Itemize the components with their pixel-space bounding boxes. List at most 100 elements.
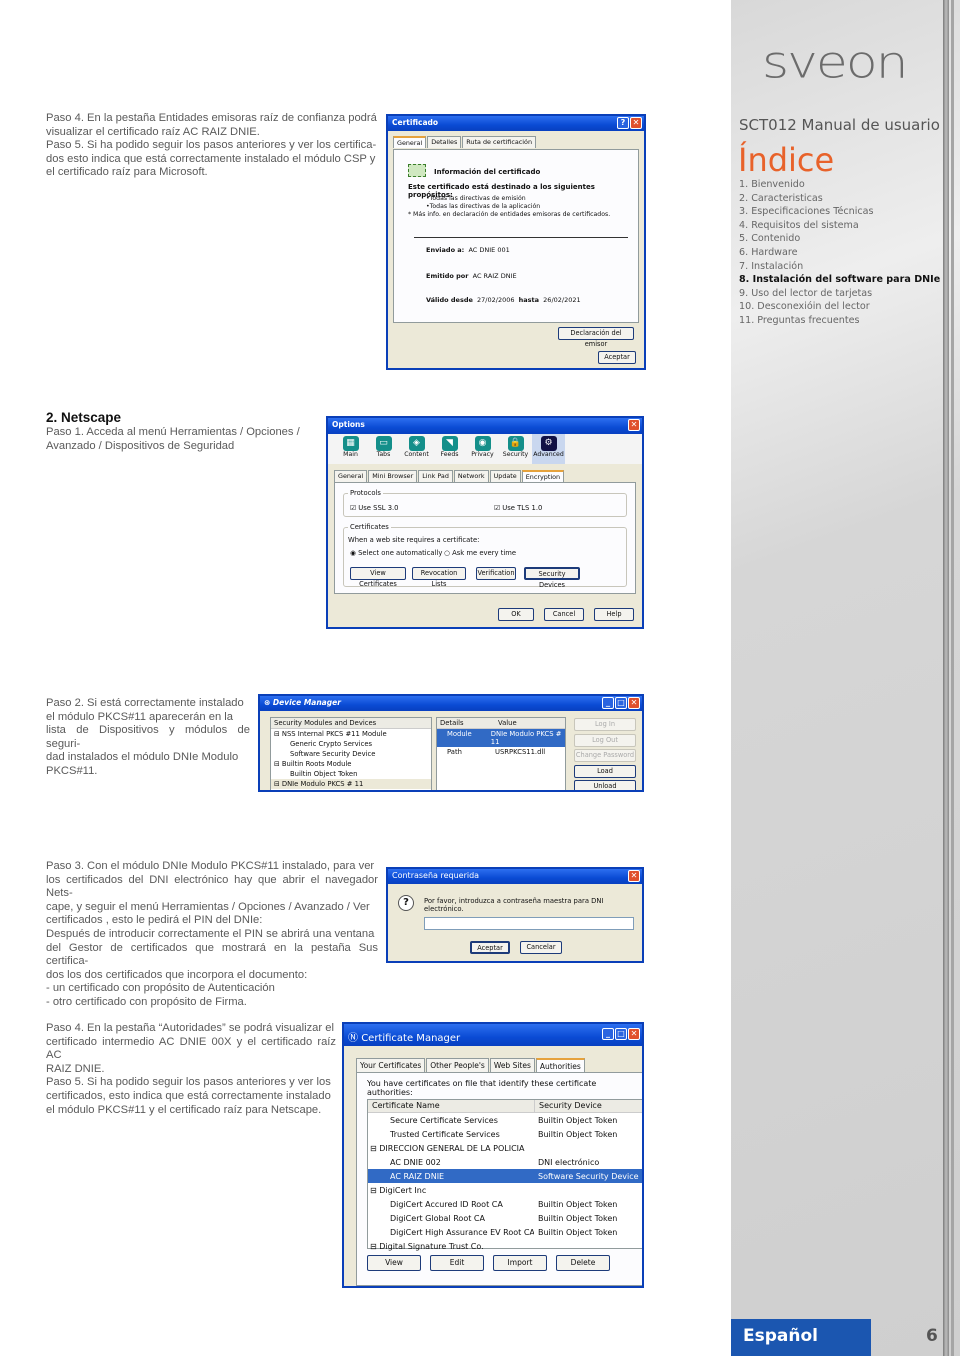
netscape-step2-text: Paso 2. Si está correctamente instalado … [46,697,250,777]
load-button[interactable]: Load [574,764,636,778]
minimize-icon[interactable]: _ [602,697,614,709]
issuer-statement-button[interactable]: Declaración del emisor [558,327,634,348]
tree-item[interactable]: Builtin Object Token [271,769,431,779]
toolbar-item-tabs[interactable]: ▭ Tabs [367,434,400,464]
accept-button[interactable]: Aceptar [598,351,636,364]
maximize-icon[interactable]: □ [615,697,627,709]
certificate-row[interactable]: AC DNIE 002 DNI electrónico [368,1155,642,1169]
close-icon[interactable]: ✕ [628,419,640,431]
toc-item[interactable]: 9. Uso del lector de tarjetas [739,287,940,301]
tree-item[interactable]: ⊟ NSS Internal PKCS #11 Module [271,729,431,739]
toolbar-item-content[interactable]: ◈ Content [400,434,433,464]
verification-button[interactable]: Verification [476,567,516,580]
purpose-item: •Todas las directivas de la aplicación [426,203,541,210]
certificate-row[interactable]: Trusted Certificate Services Builtin Obje… [368,1127,642,1141]
toolbar-item-main[interactable]: ▦ Main [334,434,367,464]
unload-button[interactable]: Unload [574,780,636,790]
tab-link-pad[interactable]: Link Pad [418,470,453,482]
main-icon: ▦ [342,436,359,451]
cancel-button[interactable]: Cancelar [520,941,562,954]
toc-item[interactable]: 8. Instalación del software para DNIe [739,273,940,287]
change-password-button[interactable]: Change Password [574,749,636,762]
certificate-row[interactable]: ⊟ DIRECCION GENERAL DE LA POLICIA [368,1141,642,1155]
toc-item[interactable]: 7. Instalación [739,260,940,274]
toc-item[interactable]: 6. Hardware [739,246,940,260]
maximize-icon[interactable]: □ [615,1028,627,1040]
view-certificates-button[interactable]: View Certificates [350,567,406,588]
accept-button[interactable]: Aceptar [470,941,510,954]
ok-button[interactable]: OK [498,608,534,621]
tree-item[interactable]: ⊟ DNIe Modulo PKCS # 11 [271,779,431,789]
index-title: Índice [738,141,835,179]
name-col-header: Certificate Name [372,1101,440,1110]
certificate-row[interactable]: DigiCert High Assurance EV Root CA Builti… [368,1226,642,1240]
toolbar-item-privacy[interactable]: ◉ Privacy [466,434,499,464]
certificate-row[interactable]: ⊟ Digital Signature Trust Co. [368,1240,642,1254]
toc-item[interactable]: 2. Caracteristicas [739,192,940,206]
close-icon[interactable]: ✕ [628,1028,640,1040]
view-button[interactable]: View [367,1255,421,1271]
purpose-item: •Todas las directivas de emisión [426,195,526,202]
tree-item[interactable]: ⊟ Builtin Roots Module [271,759,431,769]
tree-item[interactable]: Software Security Device [271,749,431,759]
tab-other-people-s[interactable]: Other People's [426,1058,489,1073]
certificate-row[interactable]: AC RAIZ DNIE Software Security Device [368,1169,642,1184]
revocation-lists-button[interactable]: Revocation Lists [412,567,466,588]
tab-encryption[interactable]: Encryption [521,470,565,482]
ssl-checkbox[interactable]: ☑ Use SSL 3.0 [350,504,399,512]
password-input[interactable] [424,917,634,930]
tab-general[interactable]: General [393,136,427,148]
toc-item[interactable]: 3. Especificaciones Técnicas [739,205,940,219]
options-titlebar: Options ✕ [328,418,642,434]
log-out-button[interactable]: Log Out [574,733,636,747]
gear-icon: ⚙ [540,436,557,451]
details-row[interactable]: Path USRPKCS11.dll [437,747,565,757]
security-devices-button[interactable]: Security Devices [524,567,580,589]
close-icon[interactable]: ✕ [628,697,640,709]
encryption-panel: Protocols ☑ Use SSL 3.0 ☑ Use TLS 1.0 Ce… [334,482,636,594]
import-button[interactable]: Import [493,1255,547,1271]
toc-item[interactable]: 1. Bienvenido [739,178,940,192]
tree-item[interactable]: Generic Crypto Services [271,739,431,749]
radio-ask[interactable]: ○ Ask me every time [444,549,516,557]
certificate-row[interactable]: DigiCert Accured ID Root CA Builtin Objec… [368,1198,642,1212]
toolbar-item-security[interactable]: 🔒 Security [499,434,532,464]
toolbar-item-feeds[interactable]: ◥ Feeds [433,434,466,464]
log-in-button[interactable]: Log In [574,718,636,731]
password-titlebar: Contraseña requerida ✕ [388,869,642,884]
delete-button[interactable]: Delete [556,1255,610,1271]
certificate-row[interactable]: DigiCert Global Root CA Builtin Object To… [368,1212,642,1226]
minimize-icon[interactable]: _ [602,1028,614,1040]
tab-ruta-certificacion[interactable]: Ruta de certificación [462,136,537,148]
tab-detalles[interactable]: Detalles [427,136,462,148]
toc-item[interactable]: 5. Contenido [739,232,940,246]
help-icon[interactable]: ? [617,117,629,129]
toc-item[interactable]: 11. Preguntas frecuentes [739,314,940,328]
tab-web-sites[interactable]: Web Sites [489,1058,535,1073]
toolbar-item-advanced[interactable]: ⚙ Advanced [532,434,565,464]
cancel-button[interactable]: Cancel [544,608,584,621]
details-row[interactable]: Module DNIe Modulo PKCS # 11 [437,729,565,747]
toc-item[interactable]: 10. Desconexióin del lector [739,300,940,314]
tab-mini-browser[interactable]: Mini Browser [368,470,418,482]
certificate-row[interactable]: Secure Certificate Services Builtin Objec… [368,1113,642,1127]
tab-authorities[interactable]: Authorities [535,1058,585,1073]
privacy-icon: ◉ [474,436,491,451]
certificate-dialog-titlebar: Certificado ? ✕ [388,116,644,131]
divider [414,237,628,238]
tree-header: Security Modules and Devices [271,718,431,729]
tls-checkbox[interactable]: ☑ Use TLS 1.0 [494,504,542,512]
radio-auto[interactable]: ◉ Select one automatically [350,549,442,557]
tab-your-certificates[interactable]: Your Certificates [356,1058,426,1073]
toc-item[interactable]: 4. Requisitos del sistema [739,219,940,233]
close-icon[interactable]: ✕ [630,117,642,129]
sidebar-edge [943,0,949,1356]
tab-network[interactable]: Network [453,470,489,482]
tab-general[interactable]: General [334,470,368,482]
tab-update[interactable]: Update [489,470,521,482]
lock-icon: 🔒 [507,436,524,451]
close-icon[interactable]: ✕ [628,870,640,882]
certificate-row[interactable]: ⊟ DigiCert Inc [368,1183,642,1197]
edit-button[interactable]: Edit [430,1255,484,1271]
help-button[interactable]: Help [594,608,634,621]
